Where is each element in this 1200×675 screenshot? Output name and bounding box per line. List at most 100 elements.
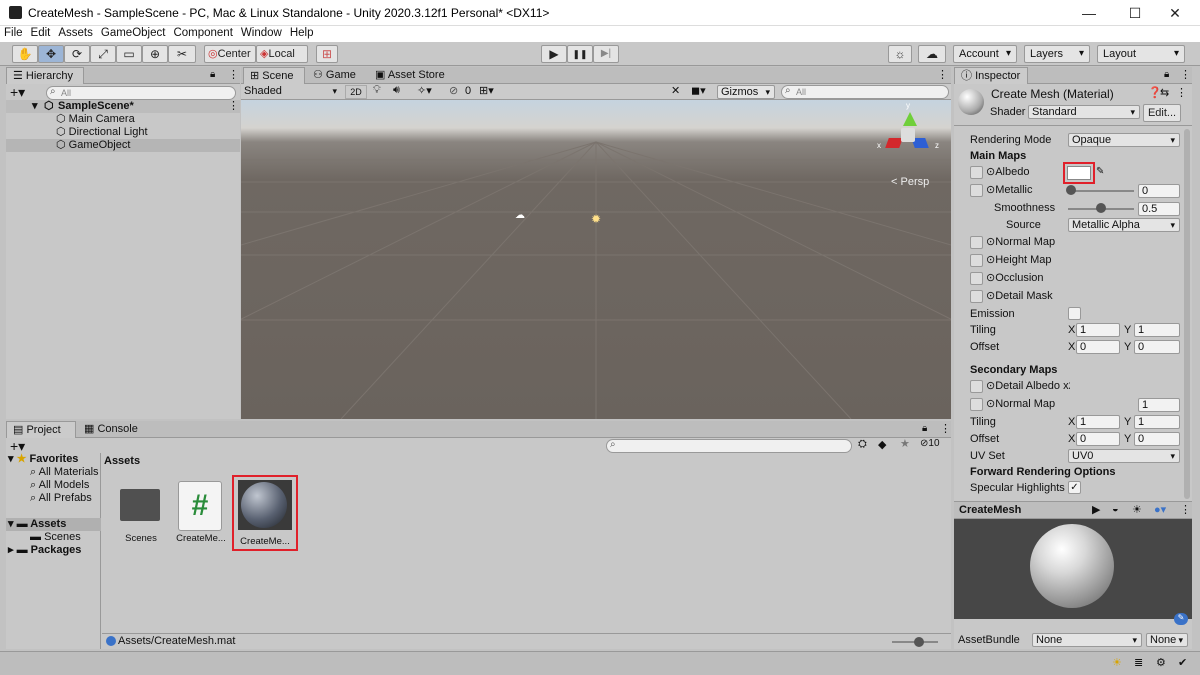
offset-y-field[interactable]: 0 [1134,340,1180,354]
account-dropdown[interactable]: Account [953,45,1017,63]
secondary-normal-slot[interactable] [970,398,983,411]
packages-folder[interactable]: ▸ ▬ Packages [8,544,81,557]
mode-2d-button[interactable]: 2D [345,85,367,99]
play-button[interactable]: ▶ [541,45,567,63]
scene-row[interactable]: ▾ ⬡ SampleScene* ⋮ [6,100,240,113]
effects-icon[interactable]: ✧▾ [417,84,432,97]
breadcrumb[interactable]: Assets [104,455,140,468]
menu-gameobject[interactable]: GameObject [97,26,170,40]
smoothness-value-field[interactable]: 0.5 [1138,202,1180,216]
emission-checkbox[interactable] [1068,307,1081,320]
preview-more-icon[interactable]: ⋮ [1180,503,1191,516]
collab-icon[interactable]: ☼ [888,45,912,63]
auto-generate-icon[interactable]: ✔ [1178,656,1187,669]
assets-folder[interactable]: ▾ ▬ Assets [6,518,101,531]
preview-sphere-icon[interactable]: ◒ [1112,503,1119,515]
minimize-button[interactable]: — [1066,0,1112,26]
favorite-icon[interactable]: ★ [900,437,910,450]
component-menu-icon[interactable]: ⋮ [1176,86,1187,99]
occlusion-slot[interactable] [970,272,983,285]
hierarchy-item-main-camera[interactable]: ⬡ Main Camera [6,113,244,126]
preview-mesh-icon[interactable]: ●▾ [1154,503,1166,516]
material-preview[interactable] [954,519,1192,609]
debug-icon[interactable]: ⚙ [1156,656,1166,669]
more-icon[interactable]: ⋮ [228,68,239,81]
metallic-value-field[interactable]: 0 [1138,184,1180,198]
tab-project[interactable]: ▤ Project [6,421,76,438]
preset-icon[interactable]: ⇆ [1160,86,1169,99]
filter-label-icon[interactable]: ◆ [878,438,886,451]
eyedropper-icon[interactable]: ✎ [1096,166,1104,177]
hidden-packages-icon[interactable]: ⊘10 [920,438,940,449]
asset-label-icon[interactable]: ✎ [1174,613,1188,625]
lock-icon[interactable]: 🔒︎ [210,69,215,80]
rotate-tool-icon[interactable]: ⟳ [64,45,90,63]
metallic-slider[interactable] [1068,190,1134,192]
hierarchy-item-directional-light[interactable]: ⬡ Directional Light [6,126,244,139]
favorite-all-materials[interactable]: ⌕ All Materials [30,466,99,479]
height-map-slot[interactable] [970,254,983,267]
lighting-icon[interactable]: 💡︎ [373,84,381,97]
smoothness-slider-knob[interactable] [1096,203,1106,213]
metallic-texture-slot[interactable] [970,184,983,197]
tab-console[interactable]: ▦ Console [78,421,144,438]
hand-tool-icon[interactable]: ✋ [12,45,38,63]
move-tool-icon[interactable]: ✥ [38,45,64,63]
visibility-icon[interactable]: ⊘ [449,84,458,97]
specular-highlights-checkbox[interactable]: ✓ [1068,481,1081,494]
asset-material[interactable]: CreateMe... [232,475,298,551]
project-more-icon[interactable]: ⋮ [940,422,951,435]
tools-icon[interactable]: ✕ [671,84,680,97]
rect-tool-icon[interactable]: ▭ [116,45,142,63]
favorite-all-prefabs[interactable]: ⌕ All Prefabs [30,492,92,505]
secondary-tiling-x-field[interactable]: 1 [1076,415,1120,429]
orientation-gizmo[interactable]: y x z [877,101,939,166]
progress-icon[interactable]: ☀ [1112,656,1122,669]
favorites-header[interactable]: ▾ ★ Favorites [8,453,78,466]
inspector-scrollbar[interactable] [1184,129,1190,499]
inspector-more-icon[interactable]: ⋮ [1180,68,1191,81]
asset-scenes[interactable]: Scenes [118,483,164,555]
project-search-input[interactable] [606,439,852,453]
close-button[interactable]: ✕ [1152,0,1198,26]
albedo-texture-slot[interactable] [970,166,983,179]
hierarchy-search-input[interactable]: All [46,86,236,100]
layout-dropdown[interactable]: Layout [1097,45,1185,63]
menu-help[interactable]: Help [286,26,318,40]
perspective-label[interactable]: < Persp [891,176,929,188]
scene-search-input[interactable]: All [781,85,949,99]
custom-tool-icon[interactable]: ✂ [168,45,196,63]
offset-x-field[interactable]: 0 [1076,340,1120,354]
tab-asset-store[interactable]: ▣ Asset Store [369,67,451,84]
filter-type-icon[interactable]: ⛭ [858,438,867,451]
menu-edit[interactable]: Edit [27,26,55,40]
assetbundle-variant-dropdown[interactable]: None [1146,633,1188,647]
uv-set-dropdown[interactable]: UV0 [1068,449,1180,463]
menu-file[interactable]: File [0,26,27,40]
menu-component[interactable]: Component [169,26,236,40]
scene-viewport[interactable]: ☁ ✹ y x z < Persp [241,100,951,419]
cloud-icon[interactable]: ☁ [918,45,946,63]
rendering-mode-dropdown[interactable]: Opaque [1068,133,1180,147]
scenes-folder[interactable]: ▬ Scenes [30,531,81,544]
pivot-center-button[interactable]: ◎Center [204,45,256,63]
shading-dropdown[interactable]: Shaded [241,85,341,99]
step-button[interactable]: ▶| [593,45,619,63]
grid-toggle-icon[interactable]: ⊞▾ [479,84,494,97]
hierarchy-item-gameobject[interactable]: ⬡ GameObject [6,139,240,152]
tiling-x-field[interactable]: 1 [1076,323,1120,337]
pivot-local-button[interactable]: ◈Local [256,45,308,63]
source-dropdown[interactable]: Metallic Alpha [1068,218,1180,232]
transform-tool-icon[interactable]: ⊕ [142,45,168,63]
tab-game[interactable]: ⚇ Game [307,67,362,84]
preview-play-icon[interactable]: ▶ [1092,503,1100,516]
project-lock-icon[interactable]: 🔒︎ [922,423,927,434]
shader-edit-button[interactable]: Edit... [1143,104,1181,122]
icon-size-knob[interactable] [914,637,924,647]
inspector-lock-icon[interactable]: 🔒︎ [1164,69,1169,80]
menu-window[interactable]: Window [237,26,286,40]
secondary-normal-value-field[interactable]: 1 [1138,398,1180,412]
tab-inspector[interactable]: ⓘ Inspector [954,67,1028,84]
tab-hierarchy[interactable]: ☰ Hierarchy [6,67,84,84]
menu-assets[interactable]: Assets [54,26,97,40]
